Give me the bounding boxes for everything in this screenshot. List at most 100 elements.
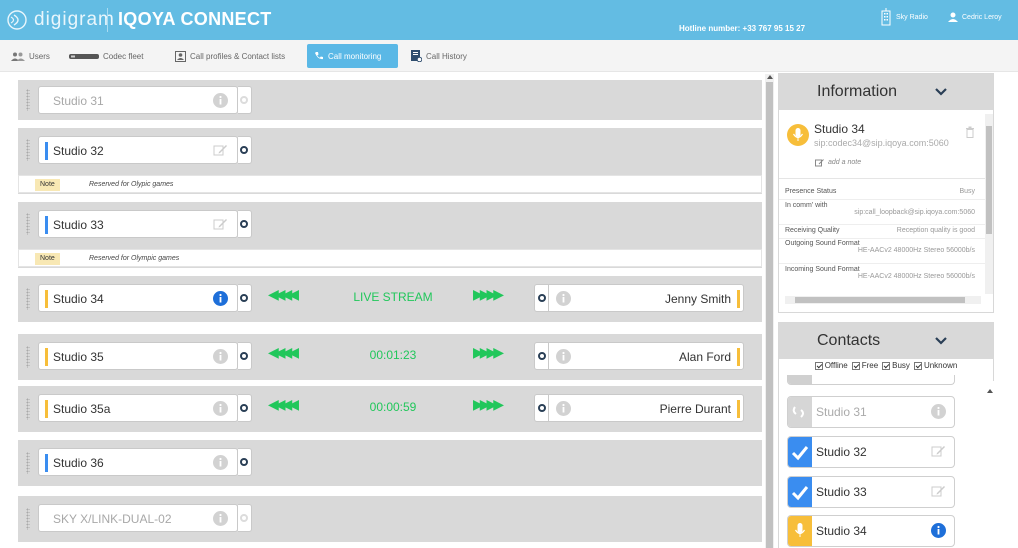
- contact-filters: Offline Free Busy Unknown: [779, 361, 993, 370]
- codec-port[interactable]: [238, 284, 252, 312]
- note-badge: Note: [35, 179, 60, 191]
- stream-in-arrows: ◀◀◀◀: [268, 286, 299, 302]
- codec-port[interactable]: [238, 210, 252, 238]
- codec-list-scrollbar[interactable]: [765, 74, 774, 548]
- contacts-panel: Contacts Offline Free Busy Unknown Studi…: [778, 322, 994, 548]
- info-icon[interactable]: [556, 349, 571, 364]
- codec-port[interactable]: [238, 136, 252, 164]
- codec-port[interactable]: [238, 86, 252, 114]
- checkbox[interactable]: [913, 361, 922, 370]
- remote-card[interactable]: Jenny Smith: [548, 284, 744, 312]
- status-bar: [45, 142, 48, 160]
- remote-name: Pierre Durant: [659, 402, 731, 416]
- link-broken-icon: [792, 406, 804, 418]
- edit-icon[interactable]: [931, 484, 946, 498]
- codec-port[interactable]: [238, 394, 252, 422]
- info-icon[interactable]: [213, 455, 228, 470]
- filter-offline[interactable]: Offline: [814, 361, 848, 370]
- information-header[interactable]: Information: [779, 74, 993, 110]
- microphone-avatar: [787, 124, 809, 146]
- checkbox[interactable]: [851, 361, 860, 370]
- codec-row-studio-31: Studio 31: [18, 80, 762, 120]
- chevron-down-icon[interactable]: [935, 88, 947, 96]
- checkbox[interactable]: [882, 361, 891, 370]
- contacts-header[interactable]: Contacts: [779, 323, 993, 359]
- remote-card[interactable]: Pierre Durant: [548, 394, 744, 422]
- codec-card[interactable]: Studio 33: [38, 210, 238, 238]
- contacts-scrollbar[interactable]: [986, 381, 994, 548]
- edit-icon[interactable]: [213, 217, 228, 231]
- drag-handle[interactable]: [26, 89, 30, 111]
- filter-busy[interactable]: Busy: [882, 361, 910, 370]
- info-icon[interactable]: [931, 404, 946, 419]
- trash-icon[interactable]: [965, 126, 975, 138]
- codec-port[interactable]: [238, 504, 252, 532]
- filter-free[interactable]: Free: [851, 361, 878, 370]
- note-bar: Note Reserved for Olympic games: [18, 249, 762, 267]
- product-title: IQOYA CONNECT: [118, 9, 272, 29]
- info-icon[interactable]: [556, 401, 571, 416]
- contact-studio-31[interactable]: Studio 31: [787, 396, 955, 428]
- info-icon[interactable]: [213, 93, 228, 108]
- note-bar: Note Reserved for Olypic games: [18, 175, 762, 193]
- tab-codec-fleet[interactable]: Codec fleet: [62, 44, 150, 68]
- drag-handle[interactable]: [26, 398, 30, 420]
- codec-card[interactable]: Studio 35: [38, 342, 238, 370]
- remote-port[interactable]: [534, 284, 548, 312]
- info-icon[interactable]: [556, 291, 571, 306]
- scroll-up-arrow-icon[interactable]: [987, 389, 993, 393]
- edit-icon[interactable]: [213, 143, 228, 157]
- tab-call-monitoring[interactable]: Call monitoring: [307, 44, 398, 68]
- drag-handle[interactable]: [26, 139, 30, 161]
- drag-handle[interactable]: [26, 346, 30, 368]
- contact-studio-34[interactable]: Studio 34: [787, 515, 955, 547]
- contacts-title: Contacts: [817, 332, 881, 349]
- codec-card[interactable]: Studio 34: [38, 284, 238, 312]
- stream-in-arrows: ◀◀◀◀: [268, 396, 299, 412]
- contact-studio-33[interactable]: Studio 33: [787, 476, 955, 508]
- drag-handle[interactable]: [26, 508, 30, 530]
- contact-studio-32[interactable]: Studio 32: [787, 436, 955, 468]
- tab-call-history[interactable]: Call History: [404, 44, 474, 68]
- org-selector[interactable]: Sky Radio: [880, 8, 928, 26]
- remote-port[interactable]: [534, 342, 548, 370]
- drag-handle[interactable]: [26, 213, 30, 235]
- filter-unknown[interactable]: Unknown: [913, 361, 957, 370]
- codec-row-studio-35: Studio 35 ◀◀◀◀ 00:01:23 ▶▶▶▶ Alan Ford: [18, 334, 762, 380]
- info-icon[interactable]: [213, 349, 228, 364]
- scroll-up-arrow-icon[interactable]: [767, 75, 773, 79]
- device-sip-address: sip:codec34@sip.iqoya.com:5060: [814, 138, 949, 148]
- tab-users[interactable]: Users: [4, 44, 57, 68]
- codec-card[interactable]: Studio 31: [38, 86, 238, 114]
- edit-icon[interactable]: [931, 444, 946, 458]
- contact-card-icon: [175, 50, 186, 62]
- drag-handle[interactable]: [26, 452, 30, 474]
- scrollbar-thumb[interactable]: [986, 126, 992, 234]
- codec-card[interactable]: Studio 36: [38, 448, 238, 476]
- drag-handle[interactable]: [26, 288, 30, 310]
- scrollbar-thumb[interactable]: [766, 82, 773, 548]
- call-status: LIVE STREAM: [353, 290, 433, 304]
- tab-call-profiles[interactable]: Call profiles & Contact lists: [168, 44, 292, 68]
- codec-card[interactable]: Studio 32: [38, 136, 238, 164]
- info-icon[interactable]: [213, 291, 228, 306]
- add-note-link[interactable]: add a note: [815, 158, 861, 167]
- codec-card[interactable]: Studio 35a: [38, 394, 238, 422]
- user-menu[interactable]: Cedric Leroy: [948, 12, 1002, 22]
- user-icon: [948, 12, 958, 22]
- information-h-scrollbar[interactable]: [785, 296, 981, 304]
- codec-port[interactable]: [238, 448, 252, 476]
- codec-card[interactable]: SKY X/LINK-DUAL-02: [38, 504, 238, 532]
- info-icon[interactable]: [213, 401, 228, 416]
- checkbox[interactable]: [814, 361, 823, 370]
- remote-card[interactable]: Alan Ford: [548, 342, 744, 370]
- main-nav: Users Codec fleet Call profiles & Contac…: [0, 40, 1018, 72]
- codec-port[interactable]: [238, 342, 252, 370]
- info-icon[interactable]: [213, 511, 228, 526]
- scrollbar-thumb[interactable]: [795, 297, 965, 303]
- info-icon[interactable]: [931, 523, 946, 538]
- checkmark-icon: [791, 446, 809, 461]
- information-scrollbar[interactable]: [985, 114, 993, 294]
- chevron-down-icon[interactable]: [935, 337, 947, 345]
- remote-port[interactable]: [534, 394, 548, 422]
